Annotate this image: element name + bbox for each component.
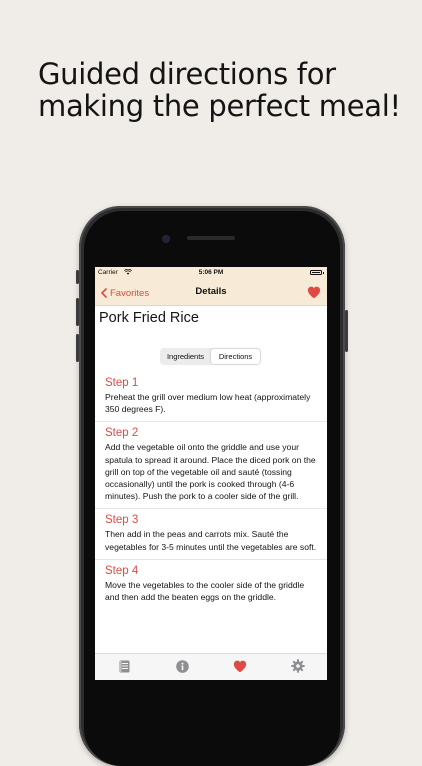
mute-switch <box>76 270 79 284</box>
step-text: Then add in the peas and carrots mix. Sa… <box>105 529 317 552</box>
battery-icon <box>310 270 324 275</box>
directions-list[interactable]: Step 1 Preheat the grill over medium low… <box>95 372 327 653</box>
step-title: Step 3 <box>105 514 139 527</box>
step-title: Step 2 <box>105 427 139 440</box>
heart-icon <box>233 660 247 672</box>
segment-directions[interactable]: Directions <box>211 349 260 364</box>
chevron-left-icon <box>101 288 107 298</box>
navigation-bar: Favorites Details <box>95 279 327 306</box>
volume-down-button <box>76 334 79 362</box>
tab-info[interactable] <box>174 658 190 674</box>
status-time: 5:06 PM <box>198 269 224 276</box>
status-bar: Carrier 5:06 PM <box>95 267 327 279</box>
earpiece-speaker <box>187 236 235 240</box>
step-text: Add the vegetable oil onto the griddle a… <box>105 442 316 502</box>
recipe-title: Pork Fried Rice <box>99 310 199 326</box>
app-screen: Carrier 5:06 PM Favorites Details Pork F… <box>95 267 327 680</box>
favorite-heart-icon[interactable] <box>307 286 321 299</box>
step-title: Step 4 <box>105 564 139 577</box>
segmented-control: Ingredients Directions <box>160 348 261 365</box>
front-camera <box>163 236 169 242</box>
power-button <box>345 310 348 352</box>
tab-recipes[interactable] <box>116 658 132 674</box>
step-text: Preheat the grill over medium low heat (… <box>105 392 311 415</box>
list-item: Step 1 Preheat the grill over medium low… <box>95 372 327 423</box>
step-text: Move the vegetables to the cooler side o… <box>105 579 305 603</box>
back-button-label: Favorites <box>110 287 150 299</box>
list-item: Step 2 Add the vegetable oil onto the gr… <box>95 422 327 510</box>
gear-icon <box>291 659 305 673</box>
book-icon <box>119 660 129 672</box>
info-icon <box>175 659 189 673</box>
step-title: Step 1 <box>105 377 139 389</box>
volume-up-button <box>76 298 79 326</box>
tab-bar <box>95 653 327 680</box>
list-item: Step 4 Move the vegetables to the cooler… <box>95 560 327 609</box>
list-item: Step 3 Then add in the peas and carrots … <box>95 509 327 560</box>
back-button[interactable]: Favorites <box>101 285 149 301</box>
segment-ingredients[interactable]: Ingredients <box>161 349 210 364</box>
tab-favorites[interactable] <box>232 658 248 674</box>
headline: Guided directions for making the perfect… <box>38 57 401 123</box>
tab-settings[interactable] <box>290 658 306 674</box>
